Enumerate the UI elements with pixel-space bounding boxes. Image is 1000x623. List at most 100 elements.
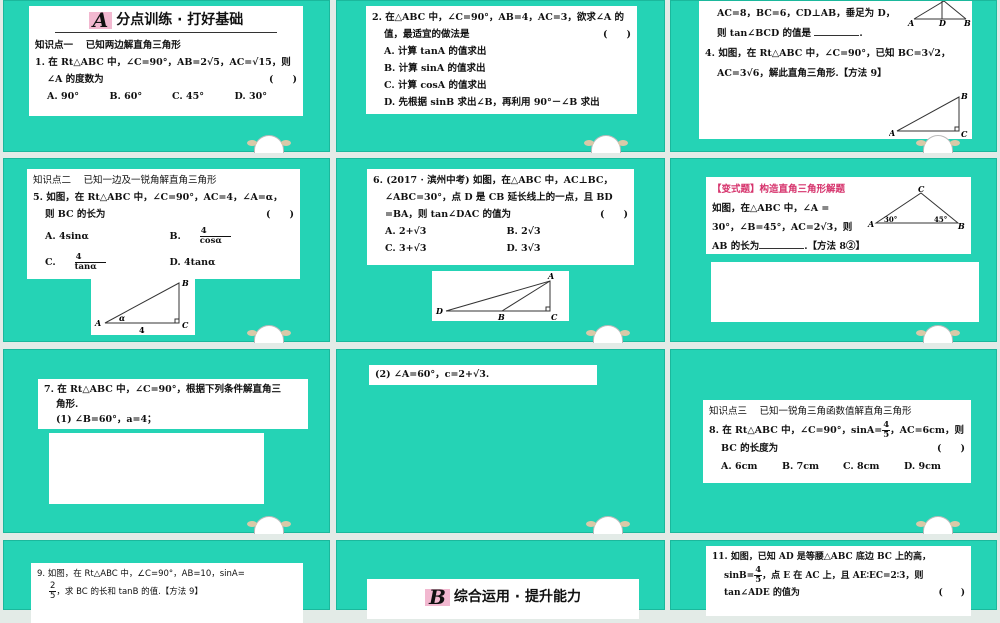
- question-text: 则 BC 的长为: [45, 209, 106, 220]
- label-a: A: [889, 128, 895, 138]
- question-text: sinB=: [724, 571, 755, 581]
- answer-blank[interactable]: ( ): [269, 71, 297, 88]
- denominator: 5: [883, 430, 890, 440]
- label-a: A: [907, 18, 914, 27]
- option-c: C. 8cm: [843, 461, 880, 472]
- slide-5[interactable]: 6. (2017 · 滨州中考) 如图，在△ABC 中，AC⊥BC， ∠ABC=…: [336, 158, 665, 343]
- question-3-4-card: AC=8，BC=6，CD⊥AB，垂足为 D， 则 tan∠BCD 的值是 . 4…: [699, 1, 972, 139]
- question-text: BC 的长度为: [721, 443, 779, 454]
- answer-blank[interactable]: ( ): [938, 585, 965, 602]
- slide-2[interactable]: 2. 在△ABC 中，∠C=90°，AB=4，AC=3，欲求∠A 的 值，最适宜…: [336, 0, 665, 153]
- answer-blank[interactable]: [759, 239, 805, 249]
- option-d: D. 先根据 sinB 求出∠B，再利用 90°－∠B 求出: [384, 97, 600, 108]
- question-text: ，求 BC 的长和 tanB 的值.【方法 9】: [56, 587, 203, 597]
- answer-blank[interactable]: [814, 26, 860, 36]
- label-b: B: [181, 278, 189, 288]
- slide-4[interactable]: 知识点二 已知一边及一锐角解直角三角形 5. 如图，在 Rt△ABC 中，∠C=…: [3, 158, 330, 343]
- denominator: cosα: [199, 235, 222, 246]
- question-11-card: 11. 如图，已知 AD 是等腰△ABC 底边 BC 上的高， sinB= 4 5，…: [706, 546, 971, 616]
- section-badge: B: [425, 587, 450, 607]
- question-8-card: 知识点三 已知一锐角三角函数值解直角三角形 8. 在 Rt△ABC 中，∠C=9…: [703, 400, 971, 483]
- label-length: 4: [139, 325, 145, 335]
- option-a: A. 6cm: [721, 461, 758, 472]
- option-b: B. 计算 sinA 的值求出: [384, 63, 486, 74]
- knowledge-point-title: 知识点一 已知两边解直角三角形: [35, 40, 181, 51]
- label-alpha: α: [119, 313, 125, 323]
- question-text: 4. 如图，在 Rt△ABC 中，∠C=90°，已知 BC=3√2，: [705, 48, 951, 59]
- option-label: B.: [169, 230, 181, 242]
- question-text: ∠ABC=30°，点 D 是 CB 延长线上的一点，且 BD: [385, 192, 613, 203]
- question-text: 6. (2017 · 滨州中考) 如图，在△ABC 中，AC⊥BC，: [373, 175, 613, 186]
- label-c: C: [918, 185, 925, 194]
- answer-area[interactable]: [49, 433, 264, 504]
- question-text: 值，最适宜的做法是: [384, 29, 470, 40]
- answer-blank[interactable]: ( ): [266, 206, 294, 223]
- option-d: D. 4tanα: [169, 256, 216, 268]
- question-7-part2-card: (2) ∠A=60°，c=2+√3.: [369, 365, 597, 385]
- label-angle-b: 45°: [934, 215, 947, 224]
- slide-8[interactable]: (2) ∠A=60°，c=2+√3.: [336, 349, 665, 534]
- section-b-card: B 综合运用 · 提升能力: [367, 579, 639, 619]
- option-a: A. 4sinα: [45, 230, 89, 242]
- question-text: ，AC=6cm，则: [890, 425, 964, 436]
- slide-6[interactable]: 【变式题】构造直角三角形解题 如图，在△ABC 中，∠A = 30°，∠B=45…: [670, 158, 997, 343]
- question-1-card: A 分点训练 · 打好基础 知识点一 已知两边解直角三角形 1. 在 Rt△ABC…: [29, 6, 303, 116]
- label-b: B: [960, 91, 968, 101]
- option-a: A. 计算 tanA 的值求出: [384, 46, 487, 57]
- question-text: =BA，则 tan∠DAC 的值为: [385, 209, 512, 220]
- fraction: 4 tanα: [59, 252, 121, 272]
- label-a: A: [94, 318, 101, 328]
- slide-3[interactable]: AC=8，BC=6，CD⊥AB，垂足为 D， 则 tan∠BCD 的值是 . 4…: [670, 0, 997, 153]
- option-b: B. 60°: [109, 91, 143, 102]
- question-text: 8. 在 Rt△ABC 中，∠C=90°，sinA=: [709, 425, 883, 436]
- label-b: B: [957, 221, 965, 231]
- question-7-card: 7. 在 Rt△ABC 中，∠C=90°，根据下列条件解直角三 角形. (1) …: [38, 379, 308, 429]
- option-c: C. 4 tanα: [45, 252, 170, 272]
- method-ref: .【方法 8②】: [804, 241, 865, 252]
- question-text: ，点 E 在 AC 上，且 AE∶EC=2∶3，则: [762, 571, 924, 581]
- answer-blank[interactable]: ( ): [603, 26, 631, 43]
- triangle-figure-abc: A B C: [889, 91, 968, 139]
- question-text: AC=3√6，解此直角三角形.【方法 9】: [717, 68, 887, 79]
- question-text: tan∠ADE 的值为: [724, 588, 800, 598]
- question-text: 2. 在△ABC 中，∠C=90°，AB=4，AC=3，欲求∠A 的: [372, 12, 625, 23]
- question-text: 1. 在 Rt△ABC 中，∠C=90°，AB=2√5，AC=√15，则: [35, 57, 291, 68]
- question-text: 9. 如图，在 Rt△ABC 中，∠C=90°，AB=10，sinA=: [37, 569, 245, 579]
- answer-area[interactable]: [711, 262, 979, 322]
- option-a: A. 2+√3: [385, 226, 427, 237]
- label-a: A: [547, 271, 554, 281]
- section-a-header: A 分点训练 · 打好基础: [55, 9, 277, 33]
- label-b: B: [963, 18, 971, 27]
- slide-7[interactable]: 7. 在 Rt△ABC 中，∠C=90°，根据下列条件解直角三 角形. (1) …: [3, 349, 330, 534]
- variant-question-card: 【变式题】构造直角三角形解题 如图，在△ABC 中，∠A = 30°，∠B=45…: [706, 177, 971, 254]
- triangle-figure: A B C 30° 45°: [867, 185, 965, 231]
- question-text: ∠A 的度数为: [47, 74, 104, 85]
- question-text: AB 的长为: [712, 241, 760, 252]
- mascot-icon: [247, 325, 291, 343]
- option-c: C. 计算 cosA 的值求出: [384, 80, 487, 91]
- figure-card: A B C D: [432, 271, 569, 322]
- section-title: 分点训练 · 打好基础: [116, 12, 244, 28]
- slide-1[interactable]: A 分点训练 · 打好基础 知识点一 已知两边解直角三角形 1. 在 Rt△ABC…: [3, 0, 330, 153]
- option-b: B. 2√3: [506, 226, 541, 237]
- section-title: 综合运用 · 提升能力: [453, 588, 581, 605]
- denominator: tanα: [74, 261, 97, 272]
- punctuation: .: [859, 28, 863, 39]
- triangle-figure: A B Cα 4: [94, 278, 189, 335]
- question-text: (1) ∠B=60°，a=4；: [56, 414, 157, 425]
- label-angle-a: 30°: [884, 215, 897, 224]
- mascot-icon: [586, 325, 630, 343]
- answer-blank[interactable]: ( ): [937, 440, 965, 458]
- numerator: 4: [74, 252, 106, 263]
- section-b-header: B 综合运用 · 提升能力: [393, 585, 613, 609]
- mascot-icon: [586, 516, 630, 534]
- figure-card: A B Cα 4: [91, 277, 195, 335]
- mascot-icon: [247, 135, 291, 153]
- question-6-card: 6. (2017 · 滨州中考) 如图，在△ABC 中，AC⊥BC， ∠ABC=…: [367, 169, 634, 265]
- answer-blank[interactable]: ( ): [600, 206, 628, 223]
- label-a: A: [867, 219, 874, 229]
- label-c: C: [961, 129, 968, 139]
- option-b: B. 7cm: [782, 461, 820, 472]
- slide-9[interactable]: 知识点三 已知一锐角三角函数值解直角三角形 8. 在 Rt△ABC 中，∠C=9…: [670, 349, 997, 534]
- label-d: D: [938, 18, 946, 27]
